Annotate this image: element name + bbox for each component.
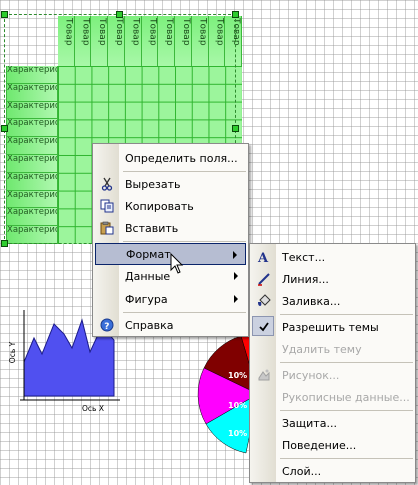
selection-handle[interactable] [232,125,239,132]
menu-item-label: Удалить тему [282,342,362,356]
menu-item-label: Защита... [282,416,337,430]
scissors-icon [95,173,119,195]
menu-item-label: Вырезать [125,177,181,191]
blank-icon [252,412,276,434]
picture-icon [252,364,276,386]
submenu-arrow-icon [233,251,237,259]
selection-handle[interactable] [232,11,239,18]
menu-item-label: Текст... [282,250,326,264]
menu-separator [123,312,246,313]
menu-item-allow-themes[interactable]: Разрешить темы [252,316,413,338]
blank-icon [96,243,120,265]
menu-item-label: Данные [125,269,171,283]
pie-label: 10% [228,371,247,380]
menu-item-help[interactable]: ? Справка [95,314,246,336]
menu-item-cut[interactable]: Вырезать [95,173,246,195]
submenu-arrow-icon [234,272,238,280]
menu-item-behavior[interactable]: Поведение... [252,434,413,456]
menu-item-label: Слой... [282,464,322,478]
blank-icon [252,386,276,408]
help-icon: ? [95,314,119,336]
menu-item-label: Рисунок... [282,368,340,382]
text-icon: A [252,246,276,268]
menu-item-paste[interactable]: Вставить [95,217,246,239]
menu-item-label: Фигура [125,292,168,306]
svg-text:?: ? [104,322,109,332]
mouse-cursor-icon [170,253,184,274]
menu-item-label: Заливка... [282,294,341,308]
menu-item-label: Формат [126,247,171,261]
context-menu: Определить поля... Вырезать Копировать В… [92,143,249,337]
menu-separator [280,458,413,459]
paste-icon [95,217,119,239]
menu-item-remove-theme[interactable]: Удалить тему [252,338,413,360]
menu-item-label: Разрешить темы [282,320,379,334]
format-submenu: A Текст... Линия... Заливка... Разрешить… [249,243,416,483]
selection-handle[interactable] [1,240,8,247]
menu-item-label: Линия... [282,272,329,286]
selection-handle[interactable] [116,11,123,18]
blank-icon [95,265,119,287]
menu-item-label: Справка [125,318,174,332]
menu-item-label: Вставить [125,221,179,235]
blank-icon [95,147,119,169]
blank-icon [95,288,119,310]
blank-icon [252,338,276,360]
menu-separator [280,362,413,363]
selection-handle[interactable] [1,11,8,18]
blank-icon [252,434,276,456]
menu-item-label: Рукописные данные... [282,390,410,404]
y-axis-label: Ось Y [8,341,18,364]
line-icon [252,268,276,290]
menu-item-label: Определить поля... [125,151,238,165]
pie-label: 10% [228,401,247,410]
menu-item-layer[interactable]: Слой... [252,460,413,482]
x-axis-label: Ось X [82,404,104,413]
submenu-arrow-icon [234,295,238,303]
menu-item-label: Поведение... [282,438,357,452]
pie-label: 10% [228,429,247,438]
fill-icon [252,290,276,312]
menu-separator [280,314,413,315]
blank-icon [252,460,276,482]
menu-item-shape[interactable]: Фигура [95,288,246,310]
menu-separator [280,410,413,411]
menu-item-text[interactable]: A Текст... [252,246,413,268]
svg-text:A: A [257,251,269,264]
menu-item-ink[interactable]: Рукописные данные... [252,386,413,408]
menu-separator [123,241,246,242]
check-icon [252,316,276,338]
menu-item-define-fields[interactable]: Определить поля... [95,147,246,169]
menu-item-picture[interactable]: Рисунок... [252,364,413,386]
menu-separator [123,171,246,172]
selection-handle[interactable] [1,125,8,132]
menu-item-fill[interactable]: Заливка... [252,290,413,312]
menu-item-line[interactable]: Линия... [252,268,413,290]
menu-item-label: Копировать [125,199,194,213]
menu-item-protection[interactable]: Защита... [252,412,413,434]
copy-icon [95,195,119,217]
menu-item-copy[interactable]: Копировать [95,195,246,217]
